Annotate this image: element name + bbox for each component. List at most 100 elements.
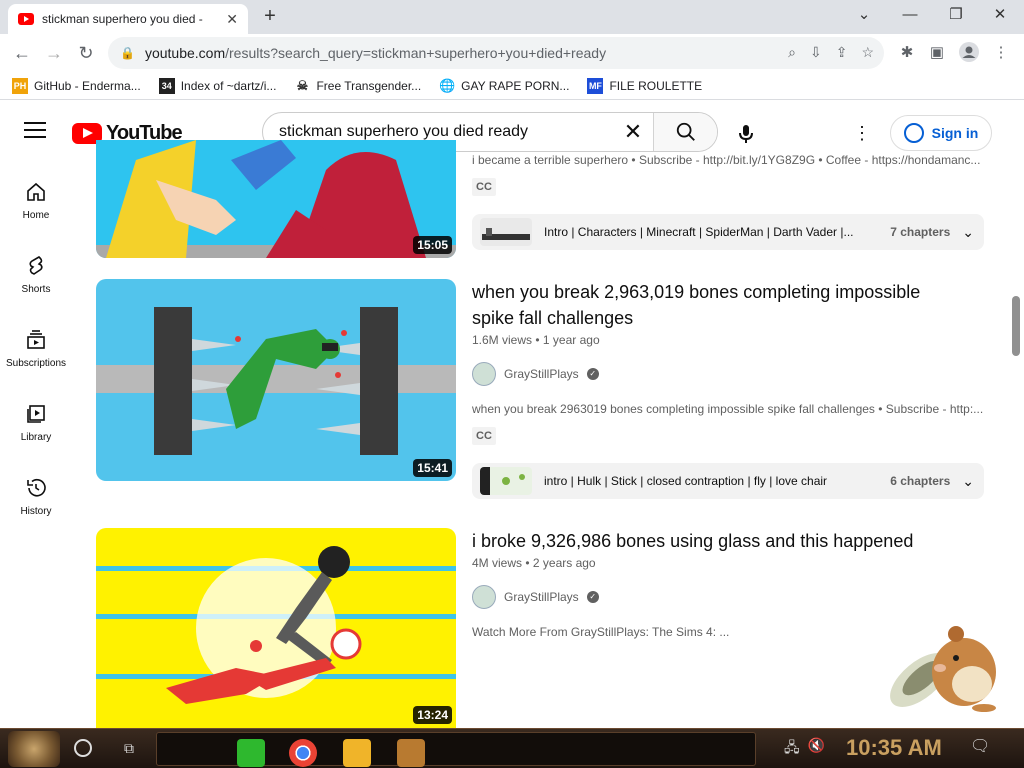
video-thumbnail[interactable]: 15:05 — [96, 140, 456, 258]
address-bar[interactable]: 🔒 youtube.com/results?search_query=stick… — [108, 37, 884, 69]
home-icon — [27, 182, 45, 201]
browser-tab[interactable]: stickman superhero you died - ✕ — [8, 4, 248, 34]
bookmark-label: FILE ROULETTE — [609, 78, 703, 93]
channel-name[interactable]: GrayStillPlays — [504, 590, 579, 604]
bookmark-star-icon[interactable]: ☆ — [861, 44, 874, 61]
forward-button[interactable]: → — [42, 42, 66, 64]
profile-avatar[interactable] — [958, 42, 980, 64]
lock-icon: 🔒 — [120, 46, 135, 60]
library-icon — [27, 405, 45, 423]
globe-icon: 🌐 — [439, 77, 456, 93]
tab-search-icon[interactable]: ⌄ — [850, 4, 878, 26]
thumbnail-image — [96, 528, 456, 728]
video-meta: 1.6M views • 1 year ago — [472, 333, 600, 347]
network-icon[interactable]: 🖧 — [784, 737, 800, 761]
subscriptions-icon — [27, 330, 45, 349]
shorts-icon — [29, 256, 43, 275]
skull-favicon-icon: ☠ — [296, 77, 309, 93]
sidebar-label: Shorts — [21, 284, 51, 295]
video-duration: 15:41 — [413, 459, 452, 477]
bookmark-item[interactable]: 🌐 GAY RAPE PORN... — [439, 78, 569, 94]
account-icon — [903, 123, 924, 143]
install-app-icon[interactable]: ⇩ — [810, 44, 822, 61]
side-panel-icon[interactable]: ▣ — [926, 42, 948, 64]
sidebar-item-shorts[interactable]: Shorts — [0, 234, 72, 308]
bookmark-label: GitHub - Enderma... — [34, 78, 141, 93]
taskbar-clock[interactable]: 10:35 AM — [846, 735, 942, 761]
chapters-count: 7 chapters — [890, 225, 951, 239]
chapter-thumbnail — [480, 218, 532, 246]
tab-title: stickman superhero you died - — [42, 12, 203, 26]
upload-age: 1 year ago — [542, 333, 600, 347]
taskbar: ⧉ 🖧 🔇 10:35 AM 🗨 — [0, 728, 1024, 768]
volume-muted-icon[interactable]: 🔇 — [808, 737, 825, 761]
back-button[interactable]: ← — [10, 42, 34, 64]
video-thumbnail[interactable]: 13:24 — [96, 528, 456, 728]
bookmark-item[interactable]: ☠ Free Transgender... — [294, 77, 422, 94]
minimize-button[interactable]: — — [896, 4, 924, 26]
ph-favicon-icon: PH — [12, 77, 28, 94]
notifications-icon[interactable]: 🗨 — [970, 738, 990, 756]
chevron-down-icon[interactable]: ⌄ — [962, 473, 974, 490]
video-duration: 13:24 — [413, 706, 452, 724]
search-button[interactable] — [653, 113, 717, 151]
video-title[interactable]: i broke 9,326,986 bones using glass and … — [472, 528, 952, 554]
sidebar-item-home[interactable]: Home — [0, 160, 72, 234]
youtube-favicon-icon — [18, 13, 34, 25]
close-window-button[interactable]: ✕ — [986, 4, 1014, 26]
bookmark-item[interactable]: PH GitHub - Enderma... — [12, 77, 141, 94]
page-scrollbar[interactable] — [1012, 296, 1020, 356]
sidebar-item-history[interactable]: History — [0, 456, 72, 530]
sign-in-button[interactable]: Sign in — [890, 115, 992, 151]
chrome-menu-icon[interactable]: ⋮ — [990, 42, 1012, 64]
start-button[interactable] — [8, 731, 60, 767]
channel-link[interactable]: GrayStillPlays ✓ — [472, 585, 599, 609]
chapters-bar[interactable]: intro | Hulk | Stick | closed contraptio… — [472, 463, 984, 499]
chevron-down-icon[interactable]: ⌄ — [962, 224, 974, 241]
channel-name[interactable]: GrayStillPlays — [504, 367, 579, 381]
channel-avatar[interactable] — [472, 362, 496, 386]
task-view-icon[interactable]: ⧉ — [120, 739, 138, 757]
video-snippet: i became a terrible superhero • Subscrib… — [472, 153, 981, 167]
bookmark-label: GAY RAPE PORN... — [461, 78, 570, 93]
bookmark-item[interactable]: MF FILE ROULETTE — [587, 77, 703, 94]
bookmark-item[interactable]: 34 Index of ~dartz/i... — [158, 77, 277, 94]
restore-button[interactable]: ❐ — [942, 4, 970, 26]
search-page-icon[interactable]: ⌕ — [788, 44, 796, 61]
upload-age: 2 years ago — [532, 556, 596, 570]
menu-icon[interactable] — [24, 122, 46, 140]
sidebar-item-library[interactable]: Library — [0, 382, 72, 456]
chapters-list: Intro | Characters | Minecraft | SpiderM… — [544, 225, 854, 239]
settings-menu-icon[interactable]: ⋮ — [852, 122, 872, 144]
search-icon — [676, 122, 695, 141]
bookmark-label: Index of ~dartz/i... — [180, 78, 277, 93]
cc-badge: CC — [472, 178, 496, 196]
extensions-icon[interactable]: ✱ — [896, 42, 918, 64]
video-thumbnail[interactable]: 15:41 — [96, 279, 456, 481]
sticky-notes-icon[interactable] — [237, 739, 265, 767]
channel-link[interactable]: GrayStillPlays ✓ — [472, 362, 599, 386]
sidebar-label: Home — [22, 210, 50, 221]
voice-search-icon[interactable] — [734, 122, 758, 146]
url-text: youtube.com/results?search_query=stickma… — [145, 45, 606, 61]
new-tab-button[interactable]: + — [258, 6, 282, 28]
share-icon[interactable]: ⇪ — [836, 44, 848, 61]
system-tray: 🖧 🔇 — [784, 737, 825, 761]
clear-search-icon[interactable]: ✕ — [613, 113, 653, 151]
reload-button[interactable]: ↻ — [74, 42, 98, 64]
sidebar-item-subscriptions[interactable]: Subscriptions — [0, 308, 72, 382]
channel-avatar[interactable] — [472, 585, 496, 609]
video-title[interactable]: when you break 2,963,019 bones completin… — [472, 279, 952, 331]
video-snippet: when you break 2963019 bones completing … — [472, 402, 984, 416]
chrome-icon[interactable] — [289, 739, 317, 767]
tab-close-icon[interactable]: ✕ — [226, 11, 238, 28]
file-explorer-icon[interactable] — [343, 739, 371, 767]
game-app-icon[interactable] — [397, 739, 425, 767]
thumbnail-image — [96, 279, 456, 481]
sidebar-label: History — [20, 506, 52, 517]
index-favicon-icon: 34 — [158, 77, 175, 94]
chapters-bar[interactable]: Intro | Characters | Minecraft | SpiderM… — [472, 214, 984, 250]
tab-strip: stickman superhero you died - ✕ + ⌄ — ❐ … — [0, 0, 1024, 34]
chapters-list: intro | Hulk | Stick | closed contraptio… — [544, 474, 828, 488]
search-circle-icon[interactable] — [74, 739, 92, 757]
